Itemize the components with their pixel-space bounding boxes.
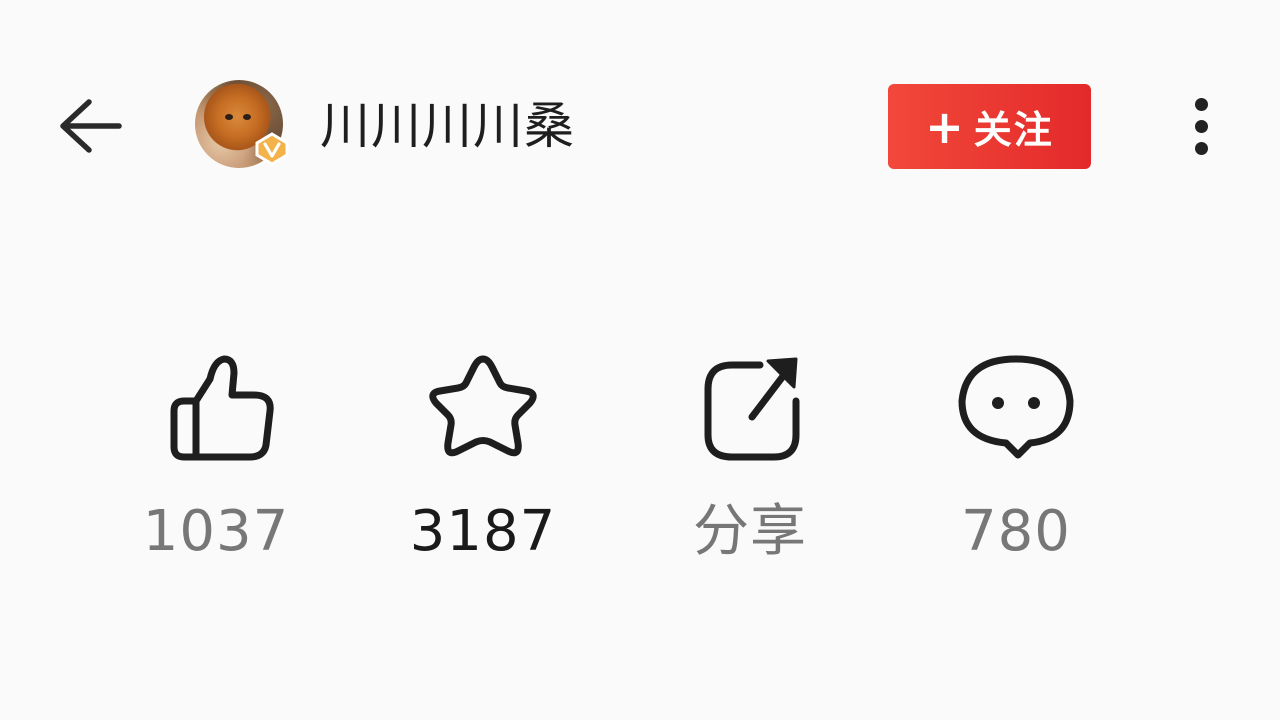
comment-count: 780	[961, 499, 1071, 564]
arrow-left-icon	[60, 99, 122, 153]
comment-button[interactable]: 780	[916, 340, 1116, 564]
share-label: 分享	[693, 499, 807, 564]
follow-button[interactable]: + 关注	[888, 84, 1091, 169]
favorite-button[interactable]: 3187	[383, 340, 583, 564]
comment-bubble-icon	[958, 355, 1074, 459]
like-count: 1037	[142, 499, 290, 564]
favorite-count: 3187	[409, 499, 557, 564]
share-icon	[704, 357, 800, 461]
top-bar: 川川川川桑 + 关注	[0, 0, 1280, 250]
plus-icon: +	[925, 99, 964, 154]
back-button[interactable]	[52, 88, 128, 164]
share-button[interactable]: 分享	[650, 340, 850, 564]
more-options-button[interactable]	[1176, 88, 1226, 164]
user-name[interactable]: 川川川川桑	[320, 94, 575, 158]
avatar[interactable]	[195, 80, 289, 168]
star-icon	[429, 355, 537, 457]
v-badge-icon	[255, 132, 289, 166]
action-bar: 1037 3187 分享 780	[0, 340, 1280, 580]
follow-button-label: 关注	[973, 108, 1054, 152]
like-button[interactable]: 1037	[116, 340, 316, 564]
more-vertical-icon	[1194, 97, 1208, 111]
thumbs-up-icon	[170, 355, 274, 461]
